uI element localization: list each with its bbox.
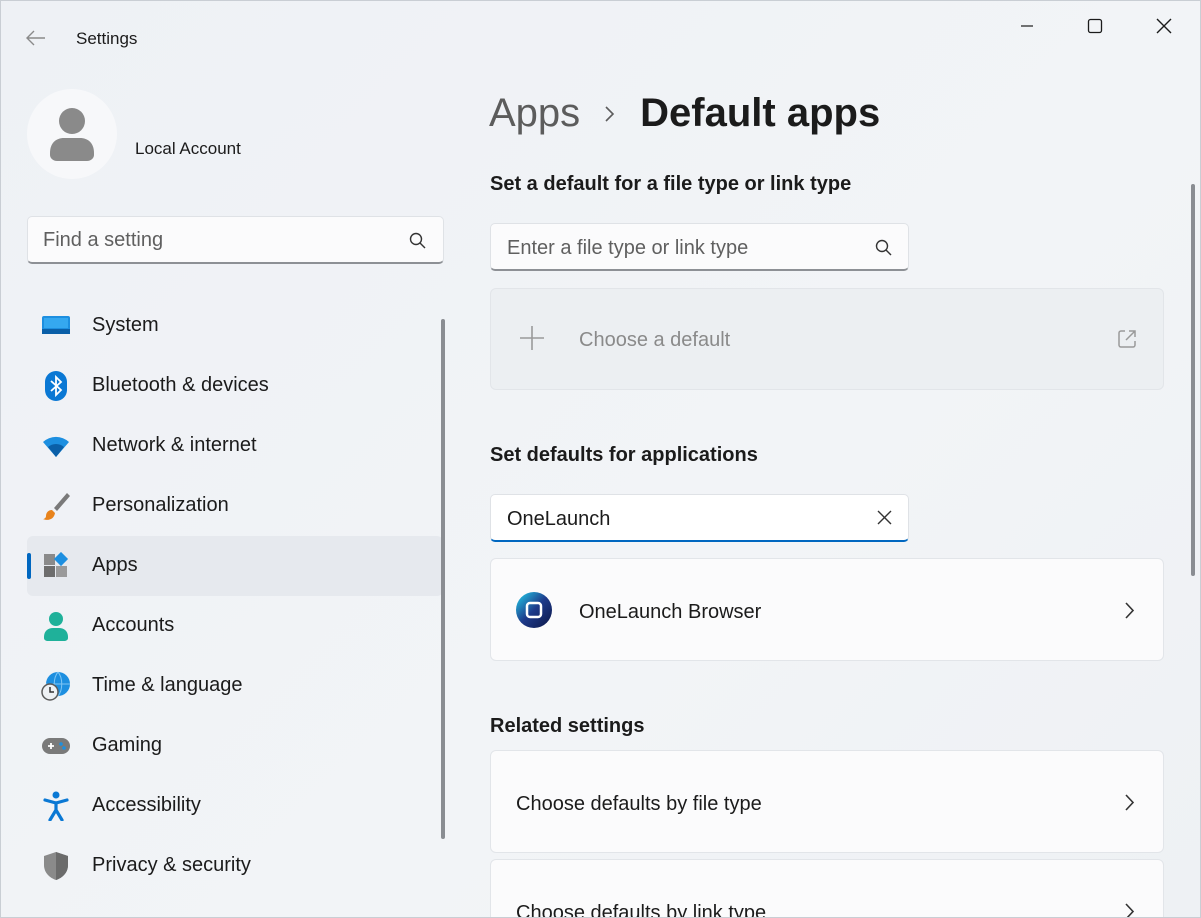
breadcrumb: Apps Default apps [489,91,880,136]
accessibility-icon [41,791,71,821]
app-search-box[interactable] [490,494,909,542]
title-bar: Settings [1,1,1200,49]
file-type-search-input[interactable] [507,235,857,261]
sidebar-item-personalization[interactable]: Personalization [27,476,443,536]
maximize-button[interactable] [1072,9,1118,43]
file-type-search-box[interactable] [490,223,909,271]
search-icon [875,239,892,256]
sidebar-item-gaming[interactable]: Gaming [27,716,443,776]
settings-search-box[interactable] [27,216,444,264]
sidebar-item-label: Privacy & security [92,854,251,876]
apps-icon [41,551,71,581]
content-scrollbar[interactable] [1191,184,1195,576]
app-result-onelaunch-browser[interactable]: OneLaunch Browser [490,558,1164,661]
sidebar-nav: System Bluetooth & devices Network & int… [27,296,443,896]
minimize-icon [1021,25,1033,27]
window-title: Settings [76,29,138,48]
sidebar-item-label: Personalization [92,494,229,516]
related-settings-title: Related settings [490,715,645,737]
open-external-icon [1118,330,1136,348]
chevron-right-icon [1125,602,1135,619]
sidebar-item-privacy-security[interactable]: Privacy & security [27,836,443,896]
minimize-button[interactable] [1004,9,1050,43]
sidebar-item-label: Accessibility [92,794,201,816]
sidebar-item-label: Apps [92,554,138,576]
chevron-right-icon [605,105,615,122]
breadcrumb-parent[interactable]: Apps [489,91,580,136]
maximize-icon [1087,18,1103,34]
related-item-label: Choose defaults by file type [516,793,762,815]
plus-icon [520,326,544,350]
app-search-input[interactable] [507,506,857,532]
sidebar-item-label: Network & internet [92,434,257,456]
globe-clock-icon [41,671,71,701]
app-result-name: OneLaunch Browser [579,601,762,623]
user-avatar-icon [50,108,94,161]
selection-indicator [27,553,31,579]
file-type-section-title: Set a default for a file type or link ty… [490,173,852,195]
arrow-left-icon [26,30,45,46]
back-button[interactable] [21,23,51,53]
choose-defaults-by-file-type[interactable]: Choose defaults by file type [490,750,1164,853]
chevron-right-icon [1125,794,1135,811]
choose-defaults-by-link-type[interactable]: Choose defaults by link type [490,859,1164,918]
sidebar-item-label: Time & language [92,674,243,696]
bluetooth-icon [41,371,71,401]
settings-search-input[interactable] [43,227,383,253]
chevron-right-icon [1125,903,1135,917]
choose-default-card: Choose a default [490,288,1164,390]
shield-icon [41,851,71,881]
apps-section-title: Set defaults for applications [490,444,758,466]
related-item-label: Choose defaults by link type [516,902,767,918]
close-button[interactable] [1141,9,1187,43]
sidebar-item-bluetooth[interactable]: Bluetooth & devices [27,356,443,416]
sidebar-item-system[interactable]: System [27,296,443,356]
choose-default-label: Choose a default [579,329,731,351]
sidebar-scrollbar[interactable] [441,319,445,839]
accounts-icon [41,611,71,641]
sidebar-item-accounts[interactable]: Accounts [27,596,443,656]
system-monitor-icon [41,311,71,341]
sidebar-item-time-language[interactable]: Time & language [27,656,443,716]
sidebar-item-label: Gaming [92,734,163,756]
sidebar-item-network[interactable]: Network & internet [27,416,443,476]
avatar [27,89,117,179]
search-icon [409,232,426,249]
sidebar-item-label: Bluetooth & devices [92,374,269,396]
sidebar-item-accessibility[interactable]: Accessibility [27,776,443,836]
settings-window: Settings Local Account System [0,0,1201,918]
sidebar-item-label: System [92,314,159,336]
clear-icon[interactable] [877,510,892,525]
gamepad-icon [41,731,71,761]
paintbrush-icon [41,491,71,521]
close-icon [1156,18,1172,34]
onelaunch-logo-icon [516,592,552,628]
sidebar-item-label: Accounts [92,614,175,636]
account-name: Local Account [135,139,241,158]
page-title: Default apps [640,91,881,135]
sidebar-item-apps[interactable]: Apps [27,536,443,596]
wifi-icon [41,431,71,461]
